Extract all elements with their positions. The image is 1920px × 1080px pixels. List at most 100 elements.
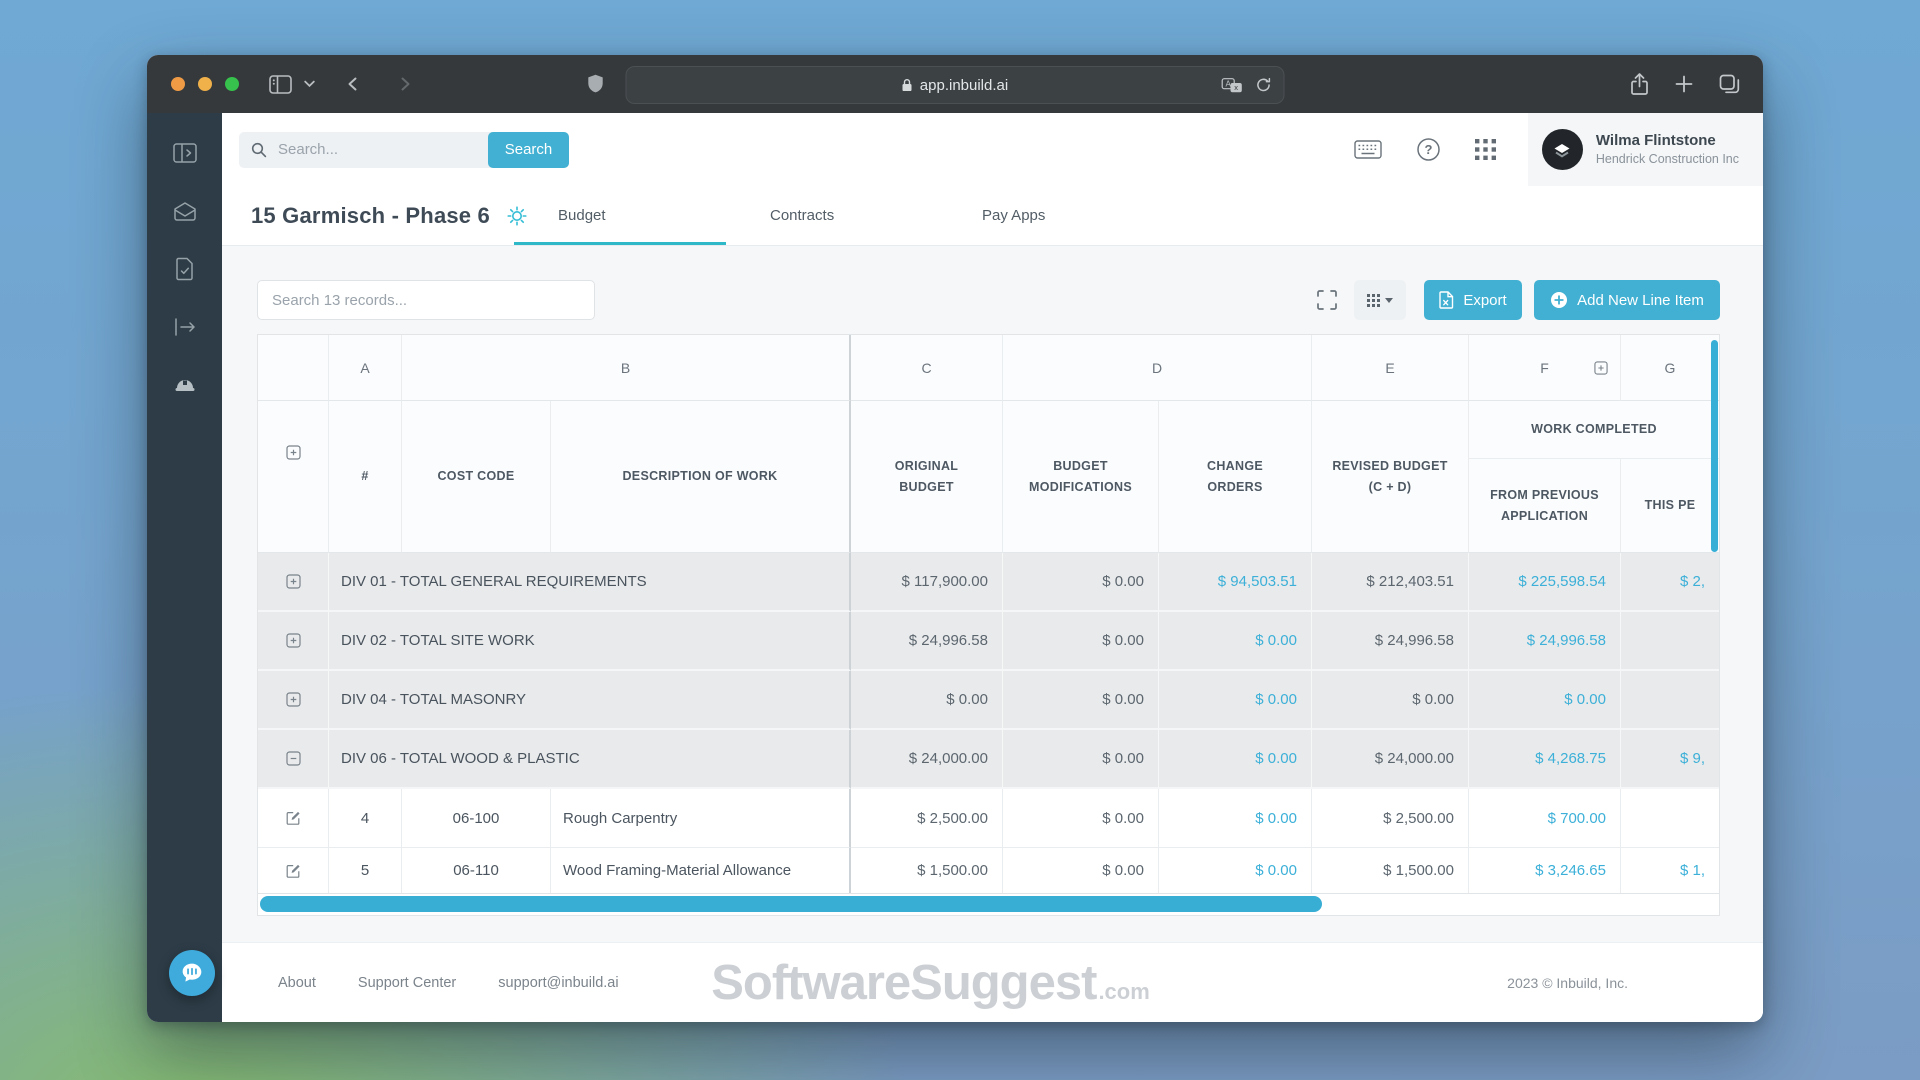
cell-from-previous-application: $ 0.00	[1469, 671, 1621, 730]
records-search-input[interactable]	[257, 280, 595, 320]
cell-this-period: $ 2,	[1621, 553, 1719, 612]
cell-cost-code: 06-100	[402, 789, 551, 848]
forward-button[interactable]	[395, 74, 415, 94]
cell-revised-budget: $ 24,996.58	[1312, 612, 1469, 671]
horizontal-scrollbar-track[interactable]	[257, 894, 1720, 916]
close-window-button[interactable]	[171, 77, 185, 91]
zoom-window-button[interactable]	[225, 77, 239, 91]
header-number: #	[329, 401, 402, 553]
col-letter-g[interactable]: G	[1621, 335, 1719, 401]
sidebar-document-check-icon[interactable]	[173, 257, 197, 281]
reload-icon[interactable]	[1256, 77, 1272, 93]
chevron-down-icon[interactable]	[304, 80, 315, 88]
tab-contracts[interactable]: Contracts	[726, 186, 938, 245]
expand-row-button[interactable]	[258, 671, 329, 730]
tab-budget[interactable]: Budget	[514, 186, 726, 245]
col-letter-c[interactable]: C	[851, 335, 1003, 401]
cell-from-previous-application: $ 3,246.65	[1469, 848, 1621, 893]
col-letter-a[interactable]: A	[329, 335, 402, 401]
url-field[interactable]: app.inbuild.ai Ax	[625, 66, 1285, 104]
group-label: DIV 02 - TOTAL SITE WORK	[329, 612, 851, 671]
expand-all-header[interactable]	[258, 401, 329, 553]
group-label: DIV 04 - TOTAL MASONRY	[329, 671, 851, 730]
sidebar-panels-icon[interactable]	[172, 141, 197, 165]
help-icon[interactable]: ?	[1416, 137, 1441, 162]
translate-icon[interactable]: Ax	[1221, 77, 1243, 93]
cell-from-previous-application: $ 4,268.75	[1469, 730, 1621, 789]
user-name: Wilma Flintstone	[1595, 132, 1716, 149]
budget-content: Export Add New Line Item A B	[222, 246, 1763, 942]
cell-original-budget: $ 2,500.00	[851, 789, 1003, 848]
chat-launcher-button[interactable]	[169, 950, 215, 996]
col-letter-d[interactable]: D	[1003, 335, 1312, 401]
app-sidebar	[147, 113, 222, 1022]
sidebar-export-icon[interactable]	[173, 315, 197, 339]
cell-description: Wood Framing-Material Allowance	[551, 848, 851, 893]
share-icon[interactable]	[1630, 72, 1649, 96]
tab-pay-apps[interactable]: Pay Apps	[938, 186, 1150, 245]
export-file-icon	[1439, 291, 1454, 309]
col-letter-e[interactable]: E	[1312, 335, 1469, 401]
cell-revised-budget: $ 24,000.00	[1312, 730, 1469, 789]
header-budget-modifications: BUDGET MODIFICATIONS	[1003, 401, 1159, 553]
watermark: SoftwareSuggest .com	[711, 955, 1150, 1010]
user-menu[interactable]: Wilma Flintstone Hendrick Construction I…	[1527, 113, 1763, 186]
cell-from-previous-application: $ 700.00	[1469, 789, 1621, 848]
expand-row-button[interactable]	[258, 553, 329, 612]
budget-table: A B C D E F G # COST CODE DESCRIPTION OF…	[257, 334, 1720, 916]
user-company: Hendrick Construction Inc	[1595, 151, 1739, 166]
global-search: Search	[239, 131, 569, 168]
cell-budget-modifications: $ 0.00	[1003, 789, 1159, 848]
cell-original-budget: $ 1,500.00	[851, 848, 1003, 893]
traffic-lights	[171, 77, 239, 91]
global-search-input[interactable]	[276, 140, 460, 159]
cell-change-orders: $ 0.00	[1159, 848, 1312, 893]
cell-change-orders: $ 94,503.51	[1159, 553, 1312, 612]
minimize-window-button[interactable]	[198, 77, 212, 91]
expand-row-button[interactable]	[258, 730, 329, 789]
back-button[interactable]	[343, 74, 363, 94]
edit-row-button[interactable]	[258, 789, 329, 848]
vertical-scrollbar-thumb[interactable]	[1711, 340, 1718, 552]
footer-link-support-center[interactable]: Support Center	[358, 975, 456, 991]
header-from-previous-application: FROM PREVIOUS APPLICATION	[1469, 459, 1621, 552]
cell-budget-modifications: $ 0.00	[1003, 848, 1159, 893]
footer-link-about[interactable]: About	[278, 975, 316, 991]
cell-this-period	[1621, 671, 1719, 730]
cell-budget-modifications: $ 0.00	[1003, 612, 1159, 671]
expand-row-button[interactable]	[258, 612, 329, 671]
cell-this-period: $ 9,	[1621, 730, 1719, 789]
export-button[interactable]: Export	[1424, 280, 1522, 320]
cell-original-budget: $ 0.00	[851, 671, 1003, 730]
horizontal-scrollbar-thumb[interactable]	[260, 896, 1322, 912]
cell-from-previous-application: $ 225,598.54	[1469, 553, 1621, 612]
col-letter-f[interactable]: F	[1469, 335, 1621, 401]
header-revised-budget: REVISED BUDGET (C + D)	[1312, 401, 1469, 553]
column-picker-button[interactable]	[1354, 280, 1406, 320]
grid-icon	[1367, 293, 1380, 307]
sidebar-hardhat-icon[interactable]	[173, 373, 197, 397]
tab-overview-icon[interactable]	[1719, 74, 1741, 94]
new-tab-icon[interactable]	[1675, 75, 1693, 93]
app-footer: About Support Center support@inbuild.ai …	[222, 942, 1763, 1022]
apps-grid-icon[interactable]	[1474, 139, 1496, 160]
project-header: 15 Garmisch - Phase 6 Budget Contracts P…	[222, 186, 1763, 246]
header-this-period: THIS PE	[1644, 498, 1696, 513]
edit-row-button[interactable]	[258, 848, 329, 893]
cell-revised-budget: $ 0.00	[1312, 671, 1469, 730]
sidebar-inbox-icon[interactable]	[173, 199, 197, 223]
cell-change-orders: $ 0.00	[1159, 730, 1312, 789]
privacy-shield-icon[interactable]	[587, 74, 604, 94]
footer-link-support-email[interactable]: support@inbuild.ai	[498, 975, 618, 991]
cell-cost-code: 06-110	[402, 848, 551, 893]
header-change-orders: CHANGE ORDERS	[1159, 401, 1312, 553]
keyboard-shortcuts-icon[interactable]	[1354, 140, 1382, 159]
sidebar-toggle-icon[interactable]	[269, 74, 292, 94]
corner-cell	[258, 335, 329, 401]
col-letter-b[interactable]: B	[402, 335, 851, 401]
global-search-button[interactable]: Search	[488, 131, 569, 168]
cell-description: Rough Carpentry	[551, 789, 851, 848]
fullscreen-icon[interactable]	[1316, 289, 1338, 311]
add-new-line-item-button[interactable]: Add New Line Item	[1534, 280, 1720, 320]
add-column-icon[interactable]	[1594, 360, 1608, 375]
